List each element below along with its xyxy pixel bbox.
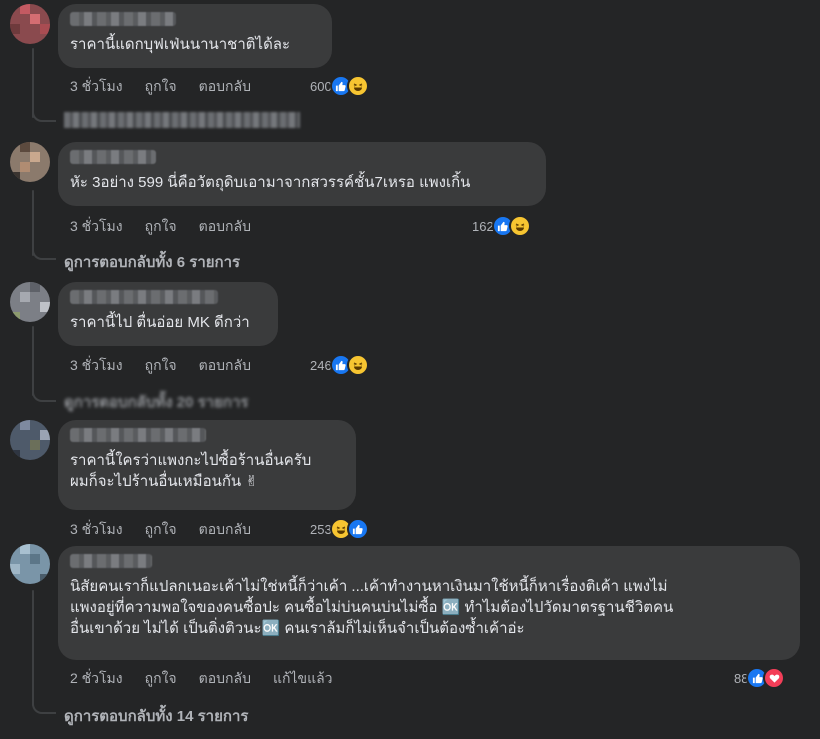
author-name-blurred[interactable]: [70, 554, 152, 568]
haha-icon: [346, 354, 369, 376]
like-button[interactable]: ถูกใจ: [145, 216, 177, 238]
like-button[interactable]: ถูกใจ: [145, 519, 177, 541]
reply-button[interactable]: ตอบกลับ: [199, 519, 251, 541]
timestamp[interactable]: 3 ชั่วโมง: [70, 216, 123, 238]
thread-connector: [32, 246, 56, 260]
haha-icon: [508, 215, 531, 237]
comment-bubble: หัะ 3อย่าง 599 นี่คือวัตถุดิบเอามาจากสวร…: [58, 142, 546, 206]
comment-bubble: ราคานี้แดกบุฟเฟ่นนานาชาติได้ละ: [58, 4, 332, 68]
view-replies-link[interactable]: ดูการตอบกลับทั้ง 6 รายการ: [64, 250, 240, 274]
reaction-summary[interactable]: 246: [310, 354, 369, 376]
thread-connector: [32, 700, 56, 714]
author-name-blurred[interactable]: [70, 290, 218, 304]
comment-text: หัะ 3อย่าง 599 นี่คือวัตถุดิบเอามาจากสวร…: [70, 174, 471, 191]
author-name-blurred[interactable]: [70, 150, 156, 164]
thread-connector: [32, 388, 56, 402]
reply-button[interactable]: ตอบกลับ: [199, 668, 251, 690]
comment-bubble: นิสัยคนเราก็แปลกเนอะเค้าไม่ใช่หนี้ก็ว่าเ…: [58, 546, 800, 660]
love-icon: [763, 667, 786, 689]
reaction-count: 162: [472, 218, 494, 234]
avatar[interactable]: [10, 282, 50, 322]
timestamp[interactable]: 3 ชั่วโมง: [70, 76, 123, 98]
timestamp[interactable]: 2 ชั่วโมง: [70, 668, 123, 690]
reaction-count: 600: [310, 78, 332, 94]
avatar[interactable]: [10, 420, 50, 460]
reply-button[interactable]: ตอบกลับ: [199, 216, 251, 238]
avatar[interactable]: [10, 142, 50, 182]
edited-label[interactable]: แก้ไขแล้ว: [273, 668, 333, 690]
reaction-summary[interactable]: 162: [472, 215, 531, 237]
reply-button[interactable]: ตอบกลับ: [199, 355, 251, 377]
haha-icon: [346, 75, 369, 97]
comment-text: ราคานี้แดกบุฟเฟ่นนานาชาติได้ละ: [70, 36, 291, 53]
timestamp[interactable]: 3 ชั่วโมง: [70, 355, 123, 377]
comment-text: ราคานี้ไป ตื่นอ่อย MK ดีกว่า: [70, 314, 250, 331]
like-icon: [346, 518, 369, 540]
comment-bubble: ราคานี้ไป ตื่นอ่อย MK ดีกว่า: [58, 282, 278, 346]
comment-text: นิสัยคนเราก็แปลกเนอะเค้าไม่ใช่หนี้ก็ว่าเ…: [70, 578, 674, 637]
avatar[interactable]: [10, 4, 50, 44]
reaction-count: 246: [310, 357, 332, 373]
thread-line: [32, 326, 34, 396]
view-replies-link[interactable]: [64, 112, 300, 128]
timestamp[interactable]: 3 ชั่วโมง: [70, 519, 123, 541]
thread-connector: [32, 108, 56, 122]
reaction-count: 253: [310, 521, 332, 537]
like-button[interactable]: ถูกใจ: [145, 76, 177, 98]
reaction-summary[interactable]: 88: [734, 667, 786, 689]
thread-line: [32, 590, 34, 706]
author-name-blurred[interactable]: [70, 12, 176, 26]
comment-bubble: ราคานี้ใครว่าแพงกะไปซื้อร้านอื่นครับ ผมก…: [58, 420, 356, 510]
reply-button[interactable]: ตอบกลับ: [199, 76, 251, 98]
comment-text: ราคานี้ใครว่าแพงกะไปซื้อร้านอื่นครับ ผมก…: [70, 452, 312, 490]
like-button[interactable]: ถูกใจ: [145, 355, 177, 377]
avatar[interactable]: [10, 544, 50, 584]
reaction-summary[interactable]: 600: [310, 75, 369, 97]
author-name-blurred[interactable]: [70, 428, 206, 442]
view-replies-link[interactable]: ดูการตอบกลับทั้ง 14 รายการ: [64, 704, 248, 728]
view-replies-link[interactable]: ดูการตอบกลับทั้ง 20 รายการ: [64, 390, 248, 414]
like-button[interactable]: ถูกใจ: [145, 668, 177, 690]
reaction-summary[interactable]: 253: [310, 518, 369, 540]
